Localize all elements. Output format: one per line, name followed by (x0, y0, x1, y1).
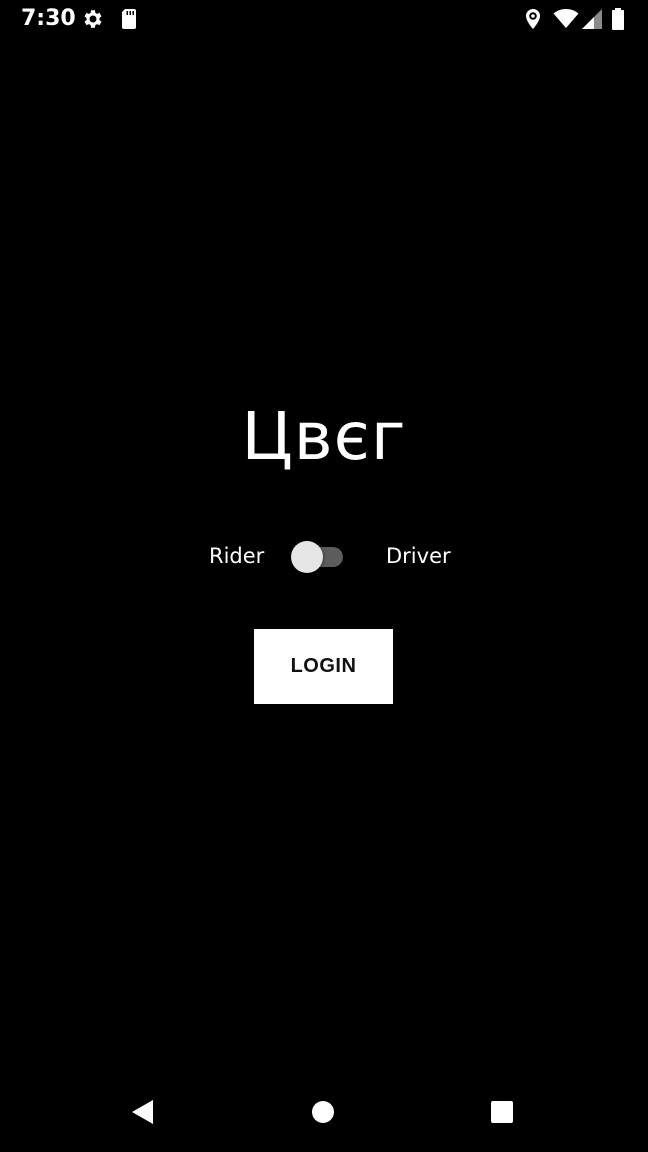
rider-driver-switch[interactable] (291, 541, 345, 573)
battery-icon (609, 7, 627, 31)
status-time: 7:30 (21, 6, 76, 31)
switch-thumb (291, 541, 323, 573)
driver-label: Driver (386, 544, 451, 568)
navigation-bar (0, 1072, 648, 1152)
wifi-icon (553, 7, 579, 31)
signal-icon (580, 7, 604, 31)
status-bar: 7:30 (0, 0, 648, 38)
location-icon (521, 7, 545, 31)
login-button[interactable]: LOGIN (254, 629, 393, 704)
back-icon[interactable] (120, 1090, 164, 1134)
sd-card-icon (117, 7, 141, 31)
recents-icon[interactable] (480, 1090, 524, 1134)
rider-label: Rider (209, 544, 265, 568)
screen: 7:30 Цвєг Rider Driver LOGIN (0, 0, 648, 1152)
mode-switch-row: Rider Driver (0, 540, 648, 574)
home-icon[interactable] (301, 1090, 345, 1134)
settings-icon (81, 7, 105, 31)
app-logo: Цвєг (241, 398, 407, 475)
